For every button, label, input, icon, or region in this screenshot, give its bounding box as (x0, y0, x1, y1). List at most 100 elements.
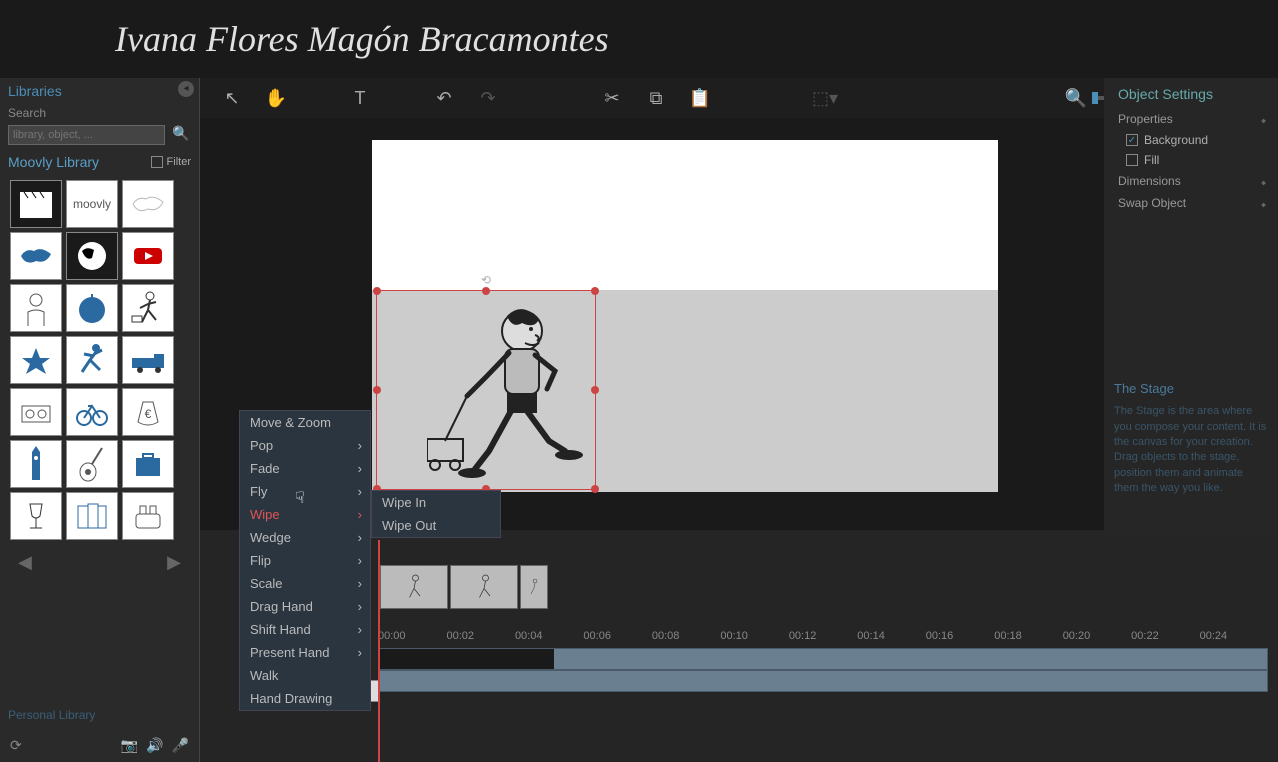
time-mark: 00:04 (515, 630, 583, 648)
thumb-briefcase[interactable] (122, 440, 174, 488)
expand-icon[interactable]: ⬩ (1261, 196, 1266, 213)
submenu-wipe-out[interactable]: Wipe Out (372, 514, 500, 537)
menu-wedge[interactable]: Wedge (240, 526, 370, 549)
redo-icon[interactable]: ↷ (476, 88, 500, 109)
stage-object-character[interactable] (427, 301, 587, 481)
filter-checkbox[interactable] (151, 156, 163, 168)
moovly-library-title[interactable]: Moovly Library Filter (0, 148, 199, 176)
background-checkbox[interactable]: ✓ (1126, 134, 1138, 146)
thumb-moovly-logo[interactable]: moovly (66, 180, 118, 228)
personal-library-title[interactable]: Personal Library (8, 708, 95, 722)
fill-checkbox[interactable] (1126, 154, 1138, 166)
thumb-globe[interactable] (66, 232, 118, 280)
clip-3[interactable] (520, 565, 548, 609)
stage-canvas[interactable]: ⟲ (372, 140, 998, 492)
background-label: Background (1144, 133, 1208, 147)
clip-2[interactable] (450, 565, 518, 609)
libraries-panel: Libraries ◂ Search 🔍 Moovly Library Filt… (0, 78, 200, 762)
thumb-truck[interactable] (122, 336, 174, 384)
thumb-brochure[interactable] (66, 492, 118, 540)
zoom-out-icon[interactable]: 🔍 (1064, 88, 1088, 109)
dimensions-section[interactable]: Dimensions ⬩ (1112, 170, 1270, 192)
rotate-handle-icon[interactable]: ⟲ (481, 273, 491, 287)
menu-wipe[interactable]: Wipe (240, 503, 370, 526)
thumb-world-blue[interactable] (10, 232, 62, 280)
menu-fade[interactable]: Fade (240, 457, 370, 480)
pointer-tool-icon[interactable]: ↖ (220, 88, 244, 109)
collapse-libraries-button[interactable]: ◂ (178, 81, 194, 97)
undo-icon[interactable]: ↶ (432, 88, 456, 109)
menu-pop[interactable]: Pop (240, 434, 370, 457)
menu-present-hand[interactable]: Present Hand (240, 641, 370, 664)
camera-icon[interactable]: 📷 (121, 737, 138, 754)
menu-walk[interactable]: Walk (240, 664, 370, 687)
libraries-title-text: Libraries (8, 83, 62, 99)
help-text: The Stage is the area where you compose … (1114, 404, 1268, 496)
timeline-clips (380, 565, 548, 609)
paste-icon[interactable]: 📋 (688, 88, 712, 109)
time-mark: 00:14 (857, 630, 925, 648)
thumb-businessman[interactable] (10, 284, 62, 332)
search-input[interactable] (8, 125, 165, 145)
app-header: Ivana Flores Magón Bracamontes (0, 0, 1278, 78)
thumb-bicycle[interactable] (66, 388, 118, 436)
thumb-bigben[interactable] (10, 440, 62, 488)
menu-move-zoom[interactable]: Move & Zoom (240, 411, 370, 434)
clip-1[interactable] (380, 565, 448, 609)
thumb-money-bag[interactable]: € (122, 388, 174, 436)
clip-bar[interactable] (379, 649, 554, 669)
menu-scale[interactable]: Scale (240, 572, 370, 595)
filter-control[interactable]: Filter (151, 156, 191, 168)
background-checkbox-row[interactable]: ✓ Background (1112, 130, 1270, 150)
cursor-icon: ☟ (295, 488, 305, 508)
libraries-heading: Libraries ◂ (0, 78, 199, 104)
moovly-library-label: Moovly Library (8, 154, 99, 170)
thumb-wine-glass[interactable] (10, 492, 62, 540)
search-label: Search (0, 104, 199, 122)
cut-icon[interactable]: ✂ (600, 88, 624, 109)
thumb-guitar[interactable] (66, 440, 118, 488)
sound-icon[interactable]: 🔊 (146, 737, 163, 754)
submenu-wipe-in[interactable]: Wipe In (372, 491, 500, 514)
prev-page-icon[interactable]: ◀ (18, 552, 32, 573)
align-icon[interactable]: ⬚▾ (812, 88, 836, 109)
time-mark: 00:06 (583, 630, 651, 648)
copy-icon[interactable]: ⧉ (644, 88, 668, 109)
fill-checkbox-row[interactable]: Fill (1112, 150, 1270, 170)
help-box: The Stage The Stage is the area where yo… (1104, 370, 1278, 507)
properties-section[interactable]: Properties ⬩ (1112, 108, 1270, 130)
refresh-icon[interactable]: ⟳ (10, 737, 22, 754)
menu-fly[interactable]: Fly (240, 480, 370, 503)
time-mark: 00:22 (1131, 630, 1199, 648)
search-icon[interactable]: 🔍 (171, 125, 191, 145)
thumb-star-person[interactable] (10, 336, 62, 384)
properties-label: Properties (1118, 112, 1173, 126)
menu-shift-hand[interactable]: Shift Hand (240, 618, 370, 641)
thumb-clapper[interactable] (10, 180, 62, 228)
track-row-2[interactable] (378, 670, 1268, 692)
menu-drag-hand[interactable]: Drag Hand (240, 595, 370, 618)
menu-hand-drawing[interactable]: Hand Drawing (240, 687, 370, 710)
hand-tool-icon[interactable]: ✋ (264, 88, 288, 109)
swap-object-section[interactable]: Swap Object ⬩ (1112, 192, 1270, 214)
next-page-icon[interactable]: ▶ (167, 552, 181, 573)
time-ruler[interactable]: 00:00 00:02 00:04 00:06 00:08 00:10 00:1… (378, 630, 1268, 648)
thumb-walking-man[interactable] (122, 284, 174, 332)
thumb-radio[interactable] (10, 388, 62, 436)
time-mark: 00:18 (994, 630, 1062, 648)
thumb-apple[interactable] (66, 284, 118, 332)
playhead[interactable] (378, 540, 380, 762)
expand-icon[interactable]: ⬩ (1261, 112, 1266, 129)
timeline-tracks (378, 648, 1268, 692)
track-row-1[interactable] (378, 648, 1268, 670)
menu-flip[interactable]: Flip (240, 549, 370, 572)
expand-icon[interactable]: ⬩ (1261, 174, 1266, 191)
thumb-toaster[interactable] (122, 492, 174, 540)
mic-icon[interactable]: 🎤 (172, 737, 189, 754)
thumb-runner[interactable] (66, 336, 118, 384)
canvas-background (372, 140, 998, 290)
thumb-world-outline[interactable] (122, 180, 174, 228)
text-tool-icon[interactable]: T (348, 88, 372, 109)
selection-box[interactable]: ⟲ (376, 290, 596, 490)
thumb-youtube[interactable] (122, 232, 174, 280)
